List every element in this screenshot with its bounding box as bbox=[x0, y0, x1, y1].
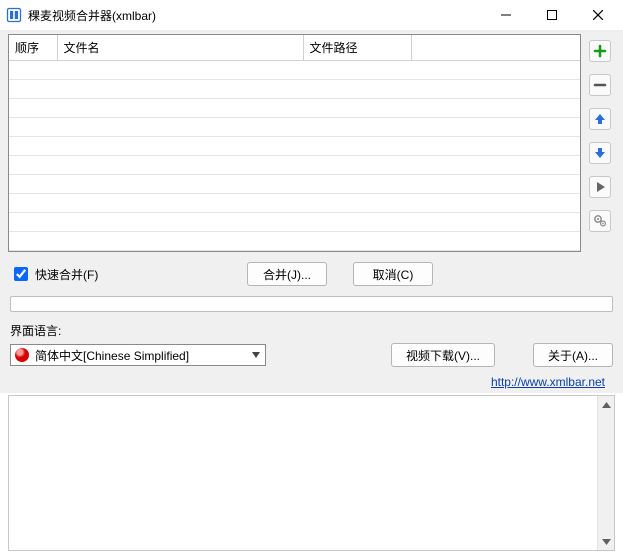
file-table[interactable]: 顺序 文件名 文件路径 bbox=[8, 34, 581, 252]
fast-merge-label: 快速合并(F) bbox=[35, 266, 98, 283]
table-row[interactable] bbox=[9, 232, 580, 251]
table-row[interactable] bbox=[9, 61, 580, 80]
col-header-name[interactable]: 文件名 bbox=[57, 35, 303, 61]
add-file-button[interactable] bbox=[589, 40, 611, 62]
language-selected: 简体中文[Chinese Simplified] bbox=[35, 347, 251, 364]
merge-button[interactable]: 合并(J)... bbox=[247, 262, 327, 286]
table-row[interactable] bbox=[9, 137, 580, 156]
minimize-button[interactable] bbox=[483, 0, 529, 30]
table-row[interactable] bbox=[9, 194, 580, 213]
col-header-order[interactable]: 顺序 bbox=[9, 35, 57, 61]
table-row[interactable] bbox=[9, 156, 580, 175]
cancel-button[interactable]: 取消(C) bbox=[353, 262, 433, 286]
table-row[interactable] bbox=[9, 99, 580, 118]
table-row[interactable] bbox=[9, 175, 580, 194]
play-button[interactable] bbox=[589, 176, 611, 198]
scroll-down-icon[interactable] bbox=[598, 533, 615, 550]
move-down-button[interactable] bbox=[589, 142, 611, 164]
titlebar: 稞麦视频合并器(xmlbar) bbox=[0, 0, 623, 30]
language-label: 界面语言: bbox=[10, 322, 615, 339]
table-row[interactable] bbox=[9, 118, 580, 137]
fast-merge-checkbox[interactable]: 快速合并(F) bbox=[10, 264, 98, 284]
table-row[interactable] bbox=[9, 80, 580, 99]
move-up-button[interactable] bbox=[589, 108, 611, 130]
log-area[interactable] bbox=[8, 395, 615, 551]
about-button[interactable]: 关于(A)... bbox=[533, 343, 613, 367]
chevron-down-icon bbox=[251, 352, 261, 358]
table-row[interactable] bbox=[9, 213, 580, 232]
window-title: 稞麦视频合并器(xmlbar) bbox=[28, 7, 156, 24]
log-scrollbar[interactable] bbox=[597, 396, 614, 550]
scroll-up-icon[interactable] bbox=[598, 396, 615, 413]
side-toolbar bbox=[585, 34, 615, 252]
settings-button[interactable] bbox=[589, 210, 611, 232]
file-table-body bbox=[9, 61, 580, 251]
col-header-path[interactable]: 文件路径 bbox=[303, 35, 411, 61]
fast-merge-checkbox-input[interactable] bbox=[14, 267, 28, 281]
remove-file-button[interactable] bbox=[589, 74, 611, 96]
language-select[interactable]: 简体中文[Chinese Simplified] bbox=[10, 344, 266, 366]
close-button[interactable] bbox=[575, 0, 621, 30]
maximize-button[interactable] bbox=[529, 0, 575, 30]
app-icon bbox=[6, 7, 22, 23]
globe-icon bbox=[15, 348, 29, 362]
video-download-button[interactable]: 视频下载(V)... bbox=[391, 343, 495, 367]
col-header-empty[interactable] bbox=[411, 35, 580, 61]
homepage-link[interactable]: http://www.xmlbar.net bbox=[491, 375, 605, 389]
progress-bar bbox=[10, 296, 613, 312]
